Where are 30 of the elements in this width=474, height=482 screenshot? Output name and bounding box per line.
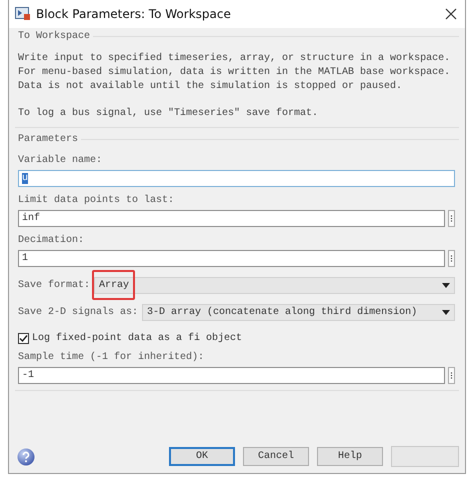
checkbox[interactable] — [18, 333, 29, 344]
dialog-button[interactable]: Cancel — [243, 447, 309, 466]
input-field[interactable]: inf — [18, 210, 445, 227]
field-label: Save format: — [18, 280, 90, 291]
checkbox-label: Log fixed-point data as a fi object — [32, 333, 242, 344]
field-label: Sample time (-1 for inherited): — [18, 352, 206, 363]
field-label: Save 2-D signals as: — [18, 307, 138, 318]
dialog-button[interactable]: Help — [317, 447, 383, 466]
close-icon[interactable] — [445, 8, 457, 20]
input-field[interactable]: -1 — [18, 367, 445, 384]
menu-icon[interactable] — [448, 210, 455, 227]
field-label: Decimation: — [18, 235, 86, 246]
input-field[interactable]: u — [18, 170, 455, 187]
description-text: Write input to specified timeseries, array, or structure in a workspace. For menu-based simulation, data is written in the MATLAB base workspace. Data is not available until the simulation is stopped or paused. — [18, 52, 452, 94]
menu-icon[interactable] — [448, 250, 455, 267]
field-label: Variable name: — [18, 155, 104, 166]
dialog-button[interactable]: OK — [169, 447, 235, 466]
window-title: Block Parameters: To Workspace — [36, 7, 232, 21]
description-text: To log a bus signal, use "Timeseries" save format. — [18, 107, 320, 121]
field-label: Limit data points to last: — [18, 195, 176, 206]
input-field[interactable]: 1 — [18, 250, 445, 267]
menu-icon[interactable] — [448, 367, 455, 384]
caret-icon[interactable] — [442, 310, 450, 315]
group-title: To Workspace — [17, 31, 92, 42]
caret-icon[interactable] — [442, 283, 450, 288]
help-icon[interactable] — [17, 448, 35, 466]
dropdown[interactable]: 3-D array (concatenate along third dimension) — [142, 304, 455, 321]
group-title: Parameters — [17, 134, 80, 145]
dropdown[interactable]: Array — [94, 277, 455, 294]
block-icon — [15, 7, 31, 21]
